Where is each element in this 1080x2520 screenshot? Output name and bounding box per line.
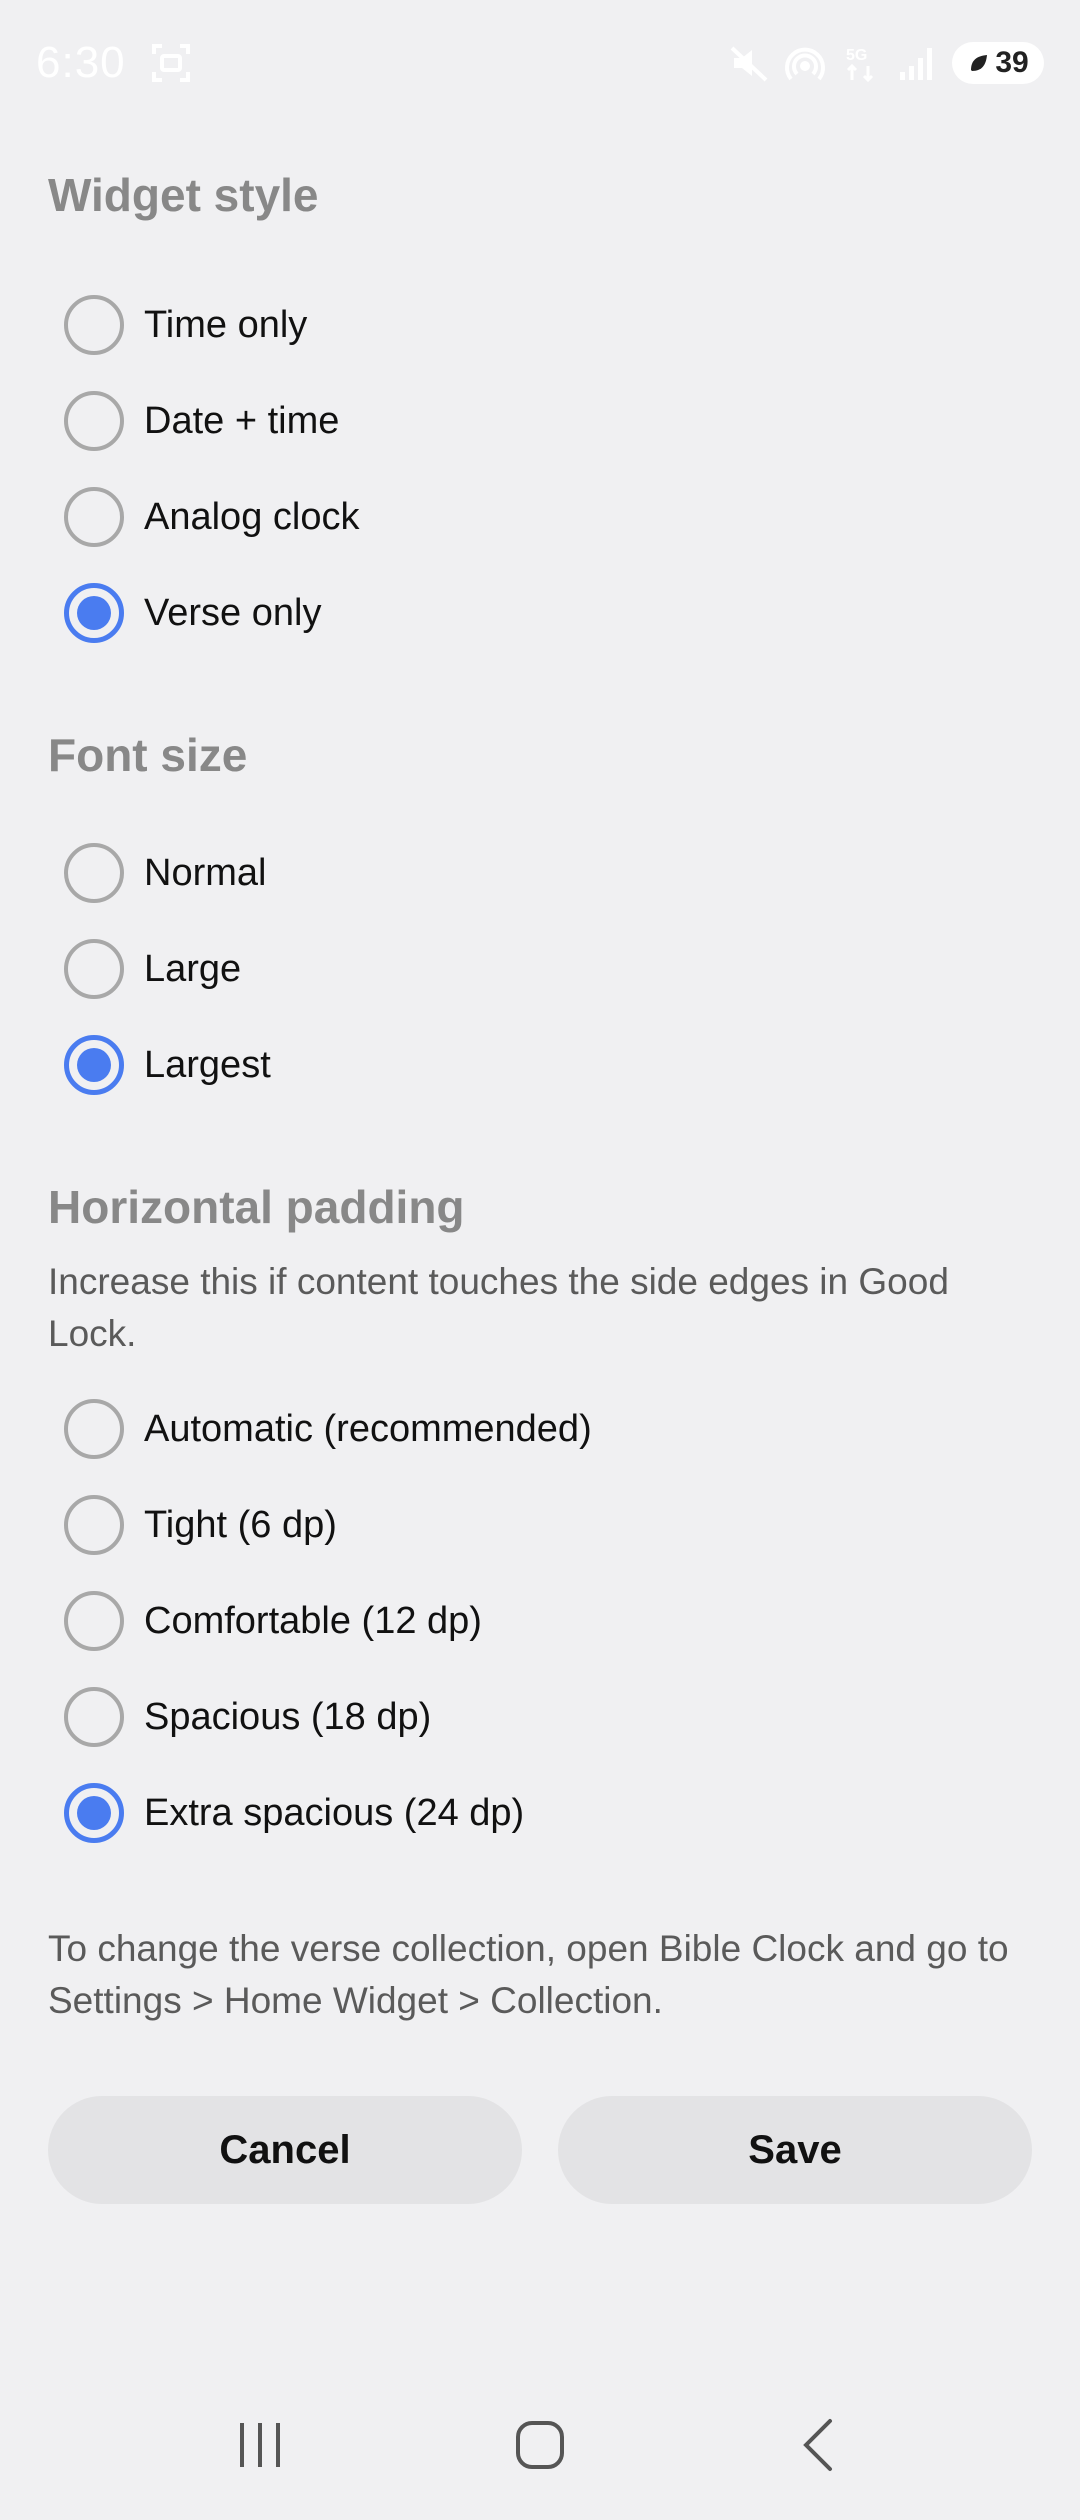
radio-option-spacious[interactable]: Spacious (18 dp) <box>64 1682 431 1752</box>
radio-label: Time only <box>144 303 308 346</box>
collection-note: To change the verse collection, open Bib… <box>48 1928 1009 2021</box>
radio-button[interactable] <box>64 843 124 903</box>
save-button[interactable]: Save <box>558 2096 1032 2204</box>
radio-label: Comfortable (12 dp) <box>144 1599 482 1642</box>
radio-option-comfortable[interactable]: Comfortable (12 dp) <box>64 1586 482 1656</box>
section-title-font-size: Font size <box>48 729 248 781</box>
radio-label: Automatic (recommended) <box>144 1407 592 1450</box>
mute-icon <box>728 42 770 84</box>
radio-button[interactable] <box>64 295 124 355</box>
5g-icon: 5G <box>840 42 882 84</box>
radio-button[interactable] <box>64 1687 124 1747</box>
radio-label: Verse only <box>144 591 322 634</box>
radio-button[interactable] <box>64 583 124 643</box>
radio-option-date-time[interactable]: Date + time <box>64 386 339 456</box>
battery-level: 39 <box>995 45 1029 79</box>
radio-option-tight[interactable]: Tight (6 dp) <box>64 1490 337 1560</box>
status-time: 6:30 <box>36 37 126 87</box>
radio-option-verse-only[interactable]: Verse only <box>64 578 321 648</box>
radio-button[interactable] <box>64 1591 124 1651</box>
home-icon[interactable] <box>480 2395 600 2495</box>
radio-button[interactable] <box>64 487 124 547</box>
radio-label: Analog clock <box>144 495 360 538</box>
radio-option-largest[interactable]: Largest <box>64 1030 271 1100</box>
radio-option-large[interactable]: Large <box>64 934 241 1004</box>
section-title-horizontal-padding: Horizontal padding <box>48 1181 465 1233</box>
radio-label: Normal <box>144 851 267 894</box>
hotspot-icon <box>784 42 826 84</box>
radio-label: Extra spacious (24 dp) <box>144 1791 525 1834</box>
radio-option-time-only[interactable]: Time only <box>64 290 307 360</box>
system-nav-bar <box>0 2380 1080 2510</box>
radio-label: Largest <box>144 1043 271 1086</box>
radio-button[interactable] <box>64 939 124 999</box>
status-bar: 6:30 5G 39 <box>0 0 1080 125</box>
screenshot-icon <box>150 42 192 84</box>
radio-button[interactable] <box>64 1495 124 1555</box>
section-title-widget-style: Widget style <box>48 169 319 221</box>
radio-option-extra-spacious[interactable]: Extra spacious (24 dp) <box>64 1778 524 1848</box>
battery-indicator: 39 <box>952 41 1044 84</box>
radio-label: Large <box>144 947 242 990</box>
radio-label: Tight (6 dp) <box>144 1503 337 1546</box>
battery-saver-icon <box>971 54 988 71</box>
radio-label: Date + time <box>144 399 340 442</box>
radio-button[interactable] <box>64 391 124 451</box>
back-icon[interactable] <box>760 2395 880 2495</box>
radio-option-analog-clock[interactable]: Analog clock <box>64 482 359 552</box>
horizontal-padding-description: Increase this if content touches the sid… <box>48 1261 949 1354</box>
radio-option-normal[interactable]: Normal <box>64 838 266 908</box>
signal-icon <box>896 42 938 84</box>
cancel-button[interactable]: Cancel <box>48 2096 522 2204</box>
radio-button[interactable] <box>64 1399 124 1459</box>
radio-button[interactable] <box>64 1035 124 1095</box>
radio-button[interactable] <box>64 1783 124 1843</box>
svg-text:5G: 5G <box>846 47 867 64</box>
radio-option-automatic[interactable]: Automatic (recommended) <box>64 1394 592 1464</box>
recent-apps-icon[interactable] <box>200 2395 320 2495</box>
radio-label: Spacious (18 dp) <box>144 1695 432 1738</box>
